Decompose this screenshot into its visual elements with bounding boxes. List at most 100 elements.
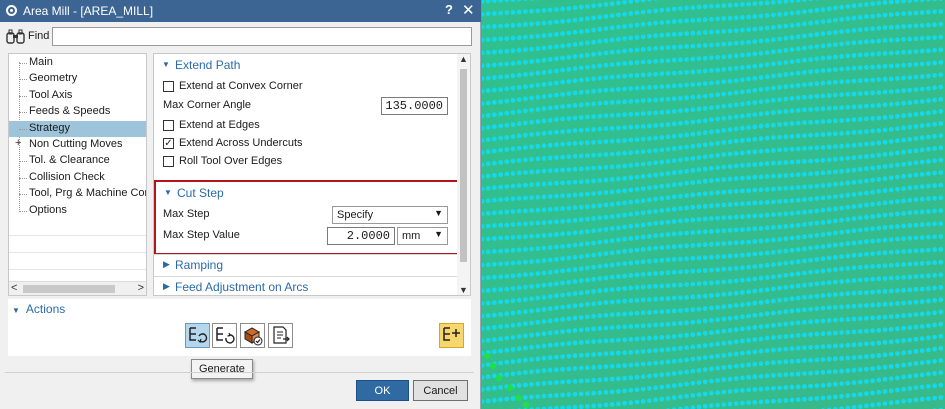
generate-button[interactable] <box>185 323 210 348</box>
tree-connector <box>19 177 27 179</box>
scroll-up-icon[interactable]: ▲ <box>459 54 468 64</box>
feed-adjustment-title: Feed Adjustment on Arcs <box>175 280 309 294</box>
extend-across-undercuts-checkbox[interactable]: ✓ <box>163 138 174 149</box>
list-toolpath-button[interactable] <box>268 323 293 348</box>
roll-tool-over-edges-label: Roll Tool Over Edges <box>179 155 283 167</box>
actions-title: Actions <box>25 302 66 316</box>
ramping-title: Ramping <box>175 258 224 272</box>
max-corner-angle-row: Max Corner Angle 135.0000 <box>163 97 453 115</box>
extend-at-edges-row[interactable]: Extend at Edges <box>163 117 453 135</box>
tree-item[interactable]: Feeds & Speeds <box>9 104 146 120</box>
dropdown-arrow-icon: ▼ <box>434 208 443 218</box>
tree-item[interactable]: Options <box>9 203 146 219</box>
generate-icon <box>189 327 208 344</box>
actions-header[interactable]: ▼ Actions <box>12 302 65 316</box>
triangle-down-icon: ▼ <box>164 188 172 197</box>
roll-tool-over-edges-row[interactable]: Roll Tool Over Edges <box>163 153 453 171</box>
tree-item-label: Strategy <box>29 121 70 134</box>
tree-row-separator <box>9 252 146 253</box>
cut-step-header[interactable]: ▼ Cut Step <box>156 183 456 203</box>
max-corner-angle-label: Max Corner Angle <box>163 99 252 111</box>
unit-value: mm <box>402 230 421 242</box>
expand-plus-icon[interactable]: + <box>15 137 21 149</box>
extend-across-undercuts-row[interactable]: ✓ Extend Across Undercuts <box>163 135 453 153</box>
tree-connector <box>19 95 27 97</box>
triangle-down-icon: ▼ <box>162 60 170 69</box>
triangle-right-icon: ▶ <box>163 259 170 269</box>
tree-item-label: Non Cutting Moves <box>29 138 123 150</box>
verify-icon <box>243 327 263 346</box>
tree-row-separator <box>9 235 146 236</box>
help-button[interactable]: ? <box>445 2 453 17</box>
toolpath-edit-button[interactable] <box>439 323 464 348</box>
gear-icon <box>5 4 18 20</box>
max-step-row: Max Step Specify ▼ <box>163 206 453 224</box>
tree-item-label: Geometry <box>29 72 78 85</box>
tree-horizontal-scrollbar[interactable]: < > <box>9 281 146 295</box>
toolpath-view <box>482 0 945 409</box>
extend-at-edges-checkbox[interactable] <box>163 120 174 131</box>
area-mill-dialog: Area Mill - [AREA_MILL] ? ✕ Find Main Geo… <box>0 0 481 409</box>
tree-connector <box>19 161 27 163</box>
list-icon <box>273 326 290 344</box>
tree-item-label: Options <box>29 203 67 216</box>
binoculars-icon <box>6 29 26 48</box>
replay-icon <box>216 327 235 344</box>
tree-item[interactable]: Main <box>9 55 146 71</box>
ramping-header[interactable]: ▶ Ramping <box>154 254 457 274</box>
extend-path-title: Extend Path <box>175 58 241 72</box>
scrollbar-thumb[interactable] <box>460 69 467 262</box>
tree-item[interactable]: Tool, Prg & Machine Contr <box>9 186 146 202</box>
tree-item[interactable]: Strategy <box>9 120 146 137</box>
scroll-down-icon[interactable]: ▼ <box>459 285 468 295</box>
replay-button[interactable] <box>212 323 237 348</box>
graphics-viewport[interactable] <box>482 0 945 409</box>
tree-item-label: Tol. & Clearance <box>29 154 110 167</box>
tree-item[interactable]: Geometry <box>9 71 146 87</box>
feed-adjustment-header[interactable]: ▶ Feed Adjustment on Arcs <box>154 276 457 295</box>
navigation-tree: Main Geometry Tool Axis Feeds & Speeds Strat… <box>8 53 147 296</box>
tree-item[interactable]: Tool Axis <box>9 88 146 104</box>
settings-panel: ▼ Extend Path Extend at Convex Corner Ma… <box>153 53 471 296</box>
extend-path-header[interactable]: ▼ Extend Path <box>154 55 457 75</box>
tree-item[interactable]: Tol. & Clearance <box>9 153 146 169</box>
panel-scrollbar[interactable]: ▲ ▼ <box>457 54 470 295</box>
tree-item[interactable]: + Non Cutting Moves <box>9 137 146 153</box>
footer-divider <box>5 372 474 373</box>
tree-item-label: Collision Check <box>29 170 105 183</box>
ok-button[interactable]: OK <box>356 380 409 401</box>
max-step-select[interactable]: Specify ▼ <box>332 206 448 224</box>
triangle-down-icon: ▼ <box>12 306 20 315</box>
verify-button[interactable] <box>240 323 265 348</box>
extend-at-convex-corner-checkbox[interactable] <box>163 81 174 92</box>
find-input[interactable] <box>52 27 472 46</box>
tree-item-label: Tool, Prg & Machine Contr <box>29 187 147 200</box>
extend-across-undercuts-label: Extend Across Undercuts <box>179 137 303 149</box>
close-button[interactable]: ✕ <box>462 1 475 19</box>
find-bar: Find <box>6 27 474 47</box>
tree-connector <box>19 112 27 114</box>
find-label: Find <box>28 30 50 42</box>
cancel-button[interactable]: Cancel <box>413 380 468 401</box>
scroll-left-icon[interactable]: < <box>11 282 17 294</box>
extend-at-convex-corner-row[interactable]: Extend at Convex Corner <box>163 78 453 96</box>
tree-connector <box>19 63 27 64</box>
max-step-label: Max Step <box>163 208 210 220</box>
max-step-value-label: Max Step Value <box>163 229 240 241</box>
title-bar[interactable]: Area Mill - [AREA_MILL] ? ✕ <box>0 0 481 22</box>
roll-tool-over-edges-checkbox[interactable] <box>163 156 174 167</box>
actions-group: ▼ Actions <box>8 299 471 356</box>
tree-item-label: Feeds & Speeds <box>29 105 111 118</box>
scroll-right-icon[interactable]: > <box>138 282 144 294</box>
tree-connector <box>19 210 27 212</box>
cut-step-title: Cut Step <box>177 186 224 200</box>
scrollbar-thumb[interactable] <box>23 285 115 293</box>
dropdown-arrow-icon: ▼ <box>434 229 443 239</box>
extend-at-edges-label: Extend at Edges <box>179 119 260 131</box>
tree-item[interactable]: Collision Check <box>9 170 146 186</box>
tree-connector <box>19 79 27 81</box>
unit-select[interactable]: mm ▼ <box>397 227 448 245</box>
max-corner-angle-field[interactable]: 135.0000 <box>381 97 448 115</box>
max-step-value-field[interactable]: 2.0000 <box>327 227 395 245</box>
tree-connector <box>19 194 27 196</box>
